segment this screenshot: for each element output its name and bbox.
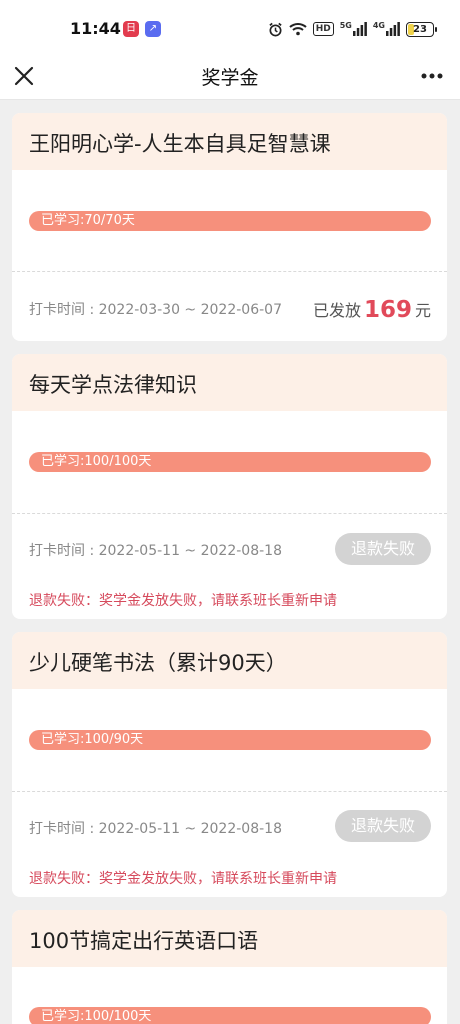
checkin-period: 打卡时间 : 2022-03-30 ~ 2022-06-07 — [29, 302, 282, 318]
progress-bar: 已学习:100/100天 — [29, 1007, 431, 1024]
page-title: 奖学金 — [201, 67, 259, 89]
wifi-icon — [289, 23, 307, 36]
progress-bar: 已学习:100/90天 — [29, 730, 431, 750]
checkin-period: 打卡时间 : 2022-05-11 ~ 2022-08-18 — [29, 543, 282, 559]
course-card[interactable]: 王阳明心学-人生本自具足智慧课 已学习:70/70天 打卡时间 : 2022-0… — [12, 113, 447, 341]
refund-failed-button[interactable]: 退款失败 — [335, 533, 431, 565]
amount-value: 169 — [363, 297, 412, 323]
course-card[interactable]: 每天学点法律知识 已学习:100/100天 打卡时间 : 2022-05-11 … — [12, 354, 447, 619]
battery-icon: 23 — [406, 21, 437, 37]
refund-failed-button[interactable]: 退款失败 — [335, 810, 431, 842]
status-indicators: HD 5G 4G 23 — [268, 19, 437, 39]
status-time: 11:44 — [70, 19, 121, 38]
calendar-app-icon: 日 — [123, 21, 139, 37]
signal-5g-icon: 5G — [340, 22, 367, 36]
navigation-app-icon: ↗ — [145, 21, 161, 37]
failure-message: 退款失败：奖学金发放失败，请联系班长重新申请 — [29, 871, 337, 887]
battery-level: 23 — [413, 23, 427, 35]
failure-message: 退款失败：奖学金发放失败，请联系班长重新申请 — [29, 593, 337, 609]
course-title: 王阳明心学-人生本自具足智慧课 — [12, 113, 447, 170]
progress-bar: 已学习:70/70天 — [29, 211, 431, 231]
course-card[interactable]: 少儿硬笔书法（累计90天） 已学习:100/90天 打卡时间 : 2022-05… — [12, 632, 447, 897]
progress-bar: 已学习:100/100天 — [29, 452, 431, 472]
checkin-period: 打卡时间 : 2022-05-11 ~ 2022-08-18 — [29, 821, 282, 837]
more-icon[interactable] — [418, 62, 446, 90]
amount-unit: 元 — [414, 301, 431, 320]
course-title: 100节搞定出行英语口语 — [12, 910, 447, 967]
course-title: 每天学点法律知识 — [12, 354, 447, 411]
nav-bar: 奖学金 — [0, 52, 460, 100]
issued-label: 已发放 — [312, 301, 361, 320]
course-title: 少儿硬笔书法（累计90天） — [12, 632, 447, 689]
hd-badge: HD — [312, 22, 334, 36]
divider — [12, 271, 447, 272]
divider — [12, 791, 447, 792]
alarm-icon — [269, 22, 282, 36]
signal-4g-label: 4G — [372, 21, 385, 30]
signal-5g-label: 5G — [339, 21, 352, 30]
issued-amount: 已发放 169 元 — [312, 296, 431, 323]
signal-4g-icon: 4G — [373, 22, 400, 36]
course-card[interactable]: 100节搞定出行英语口语 已学习:100/100天 — [12, 910, 447, 1024]
status-bar: 11:44 日 ↗ HD 5G 4G 23 — [0, 0, 460, 52]
divider — [12, 513, 447, 514]
